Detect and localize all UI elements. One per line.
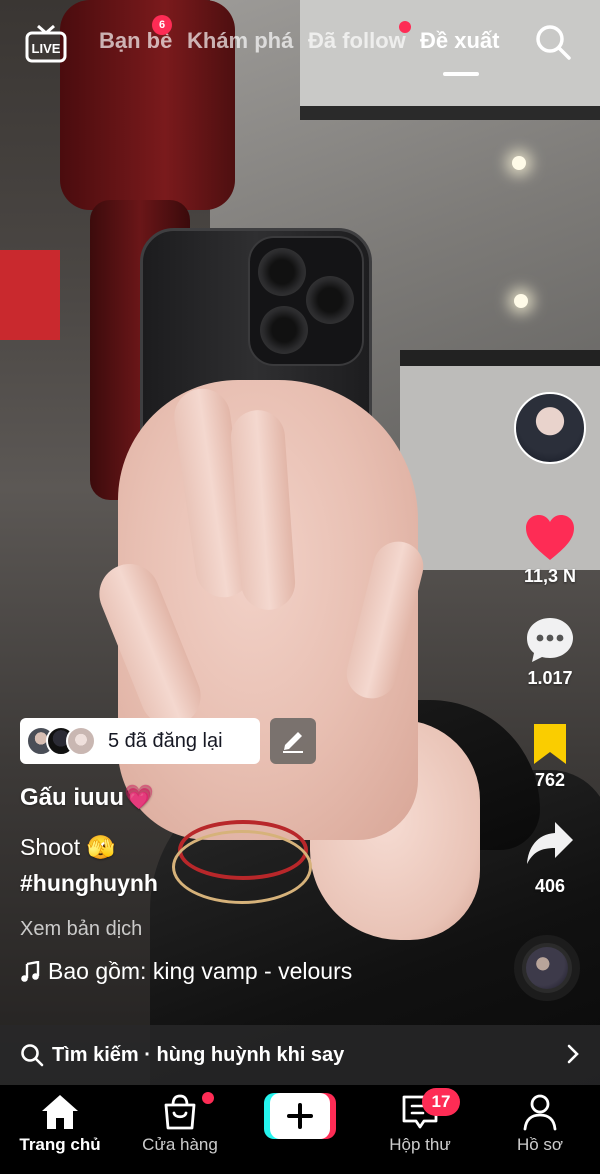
comment-count: 1.017 (527, 668, 573, 688)
tab-explore[interactable]: Khám phá (187, 28, 293, 54)
repost-avatar (66, 726, 96, 756)
chevron-right-icon (567, 1044, 579, 1064)
bookmark-button[interactable]: 762 (515, 722, 585, 791)
pencil-icon (283, 732, 303, 753)
top-nav: LIVE Bạn bè 6 Khám phá Đã follow Đề xuất (0, 0, 600, 90)
search-suggestion-bar[interactable]: Tìm kiếm · hùng huỳnh khi say (0, 1025, 600, 1085)
plus-icon (287, 1103, 313, 1129)
red-object (0, 250, 60, 340)
nav-profile-label: Hồ sơ (516, 1135, 564, 1154)
heart-icon (526, 515, 574, 560)
camera-lens (306, 276, 354, 324)
camera-lens (258, 248, 306, 296)
nav-home[interactable]: Trang chủ (0, 1093, 120, 1155)
inbox-badge: 17 (422, 1088, 460, 1116)
create-button-face (270, 1093, 330, 1139)
music-note-icon (21, 960, 40, 982)
camera-lens (260, 306, 308, 354)
like-count: 11,3 N (523, 566, 577, 586)
share-arrow-icon (527, 822, 573, 864)
music-title: Bao gồm: king vamp - velours (48, 958, 353, 984)
shop-dot (202, 1092, 214, 1104)
svg-text:LIVE: LIVE (32, 41, 61, 56)
active-tab-indicator (443, 72, 479, 76)
create-button[interactable] (264, 1093, 336, 1139)
nav-inbox[interactable]: Hộp thư (360, 1093, 480, 1155)
creator-avatar[interactable] (514, 392, 586, 464)
music-cover-image (526, 947, 568, 989)
tab-for-you[interactable]: Đề xuất (420, 28, 499, 54)
gold-bracelet (172, 830, 312, 904)
friends-badge: 6 (152, 15, 172, 35)
nav-shop[interactable]: Cửa hàng (120, 1093, 240, 1155)
phone-camera (248, 236, 364, 366)
search-icon (21, 1044, 44, 1067)
hashtag-link[interactable]: #hunghuynh (20, 870, 158, 897)
tab-following[interactable]: Đã follow (308, 28, 406, 54)
like-button[interactable]: 11,3 N (515, 514, 585, 587)
music-info[interactable]: Bao gồm: king vamp - velours (20, 958, 352, 985)
repost-count-text: 5 đã đăng lại (108, 729, 223, 752)
search-icon[interactable] (534, 23, 572, 61)
bookmark-count: 762 (534, 770, 566, 790)
following-dot (399, 21, 411, 33)
shop-bag-icon (164, 1094, 196, 1130)
live-tv-icon[interactable]: LIVE (24, 24, 68, 64)
search-suggestion-text: Tìm kiếm · hùng huỳnh khi say (52, 1043, 345, 1066)
share-button[interactable]: 406 (515, 820, 585, 897)
author-name[interactable]: Gấu iuuu💗 (20, 783, 154, 812)
comment-bubble-icon (527, 618, 573, 662)
profile-icon (523, 1094, 557, 1131)
bookmark-icon (534, 724, 566, 764)
ceiling-light (514, 294, 528, 308)
nav-home-label: Trang chủ (19, 1135, 101, 1154)
ceiling-light (512, 156, 526, 170)
comment-button[interactable]: 1.017 (515, 616, 585, 689)
music-disc[interactable] (514, 935, 580, 1001)
video-description: Shoot 🫣 (20, 834, 116, 860)
home-icon (42, 1095, 78, 1129)
nav-profile[interactable]: Hồ sơ (480, 1093, 600, 1155)
edit-button[interactable] (270, 718, 316, 764)
share-count: 406 (534, 876, 566, 896)
nav-inbox-label: Hộp thư (389, 1135, 451, 1154)
nav-shop-label: Cửa hàng (142, 1135, 218, 1154)
repost-pill[interactable]: 5 đã đăng lại (20, 718, 260, 764)
translate-link[interactable]: Xem bản dịch (20, 918, 142, 941)
